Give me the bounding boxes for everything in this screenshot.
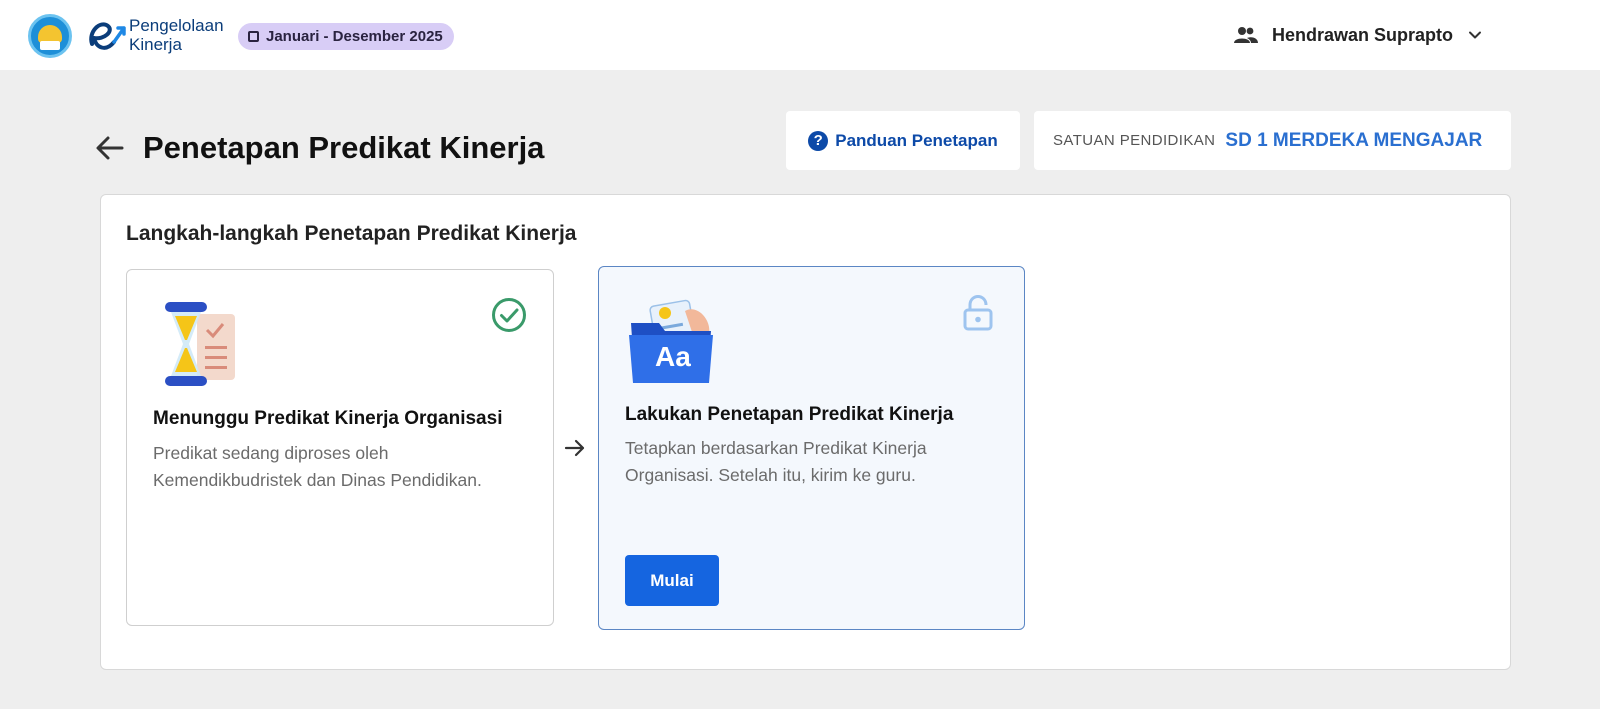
back-arrow-icon[interactable] bbox=[94, 132, 126, 164]
step-title: Lakukan Penetapan Predikat Kinerja bbox=[625, 404, 954, 425]
period-badge[interactable]: Januari - Desember 2025 bbox=[238, 23, 454, 50]
guide-button-label: Panduan Penetapan bbox=[835, 130, 998, 150]
step-title: Menunggu Predikat Kinerja Organisasi bbox=[153, 408, 503, 429]
unit-value: SD 1 MERDEKA MENGAJAR bbox=[1225, 129, 1483, 151]
step-card-waiting: Menunggu Predikat Kinerja Organisasi Pre… bbox=[126, 269, 554, 626]
user-name: Hendrawan Suprapto bbox=[1272, 24, 1454, 45]
steps-panel-title: Langkah-langkah Penetapan Predikat Kiner… bbox=[126, 222, 577, 245]
square-icon bbox=[248, 31, 259, 42]
user-menu[interactable]: Hendrawan Suprapto bbox=[1234, 18, 1483, 52]
step-description: Predikat sedang diproses oleh Kemendikbu… bbox=[153, 443, 482, 490]
kinerja-logo-icon bbox=[89, 22, 126, 50]
top-bar: Pengelolaan Kinerja Januari - Desember 2… bbox=[0, 0, 1600, 70]
people-icon bbox=[1234, 27, 1258, 43]
arrow-right-icon bbox=[564, 439, 585, 457]
page-title: Penetapan Predikat Kinerja bbox=[143, 130, 545, 165]
step-card-assign: Aa Lakukan Penetapan Predikat Kinerja Te… bbox=[598, 266, 1025, 630]
chevron-down-icon[interactable] bbox=[1467, 27, 1483, 43]
unlock-icon bbox=[963, 295, 993, 331]
education-unit-box: SATUAN PENDIDIKAN SD 1 MERDEKA MENGAJAR bbox=[1034, 111, 1511, 170]
help-icon: ? bbox=[808, 130, 829, 151]
brand-name: Pengelolaan Kinerja bbox=[129, 16, 224, 54]
folder-label: Aa bbox=[655, 341, 691, 372]
step-description: Tetapkan berdasarkan Predikat Kinerja Or… bbox=[625, 438, 927, 485]
start-button[interactable]: Mulai bbox=[625, 555, 719, 606]
period-label: Januari - Desember 2025 bbox=[266, 28, 443, 45]
guide-button[interactable]: ? Panduan Penetapan bbox=[786, 111, 1020, 170]
check-circle-icon bbox=[492, 298, 526, 332]
ministry-emblem-icon bbox=[28, 14, 72, 58]
unit-label: SATUAN PENDIDIKAN bbox=[1053, 132, 1216, 149]
hourglass-icon bbox=[165, 302, 235, 386]
